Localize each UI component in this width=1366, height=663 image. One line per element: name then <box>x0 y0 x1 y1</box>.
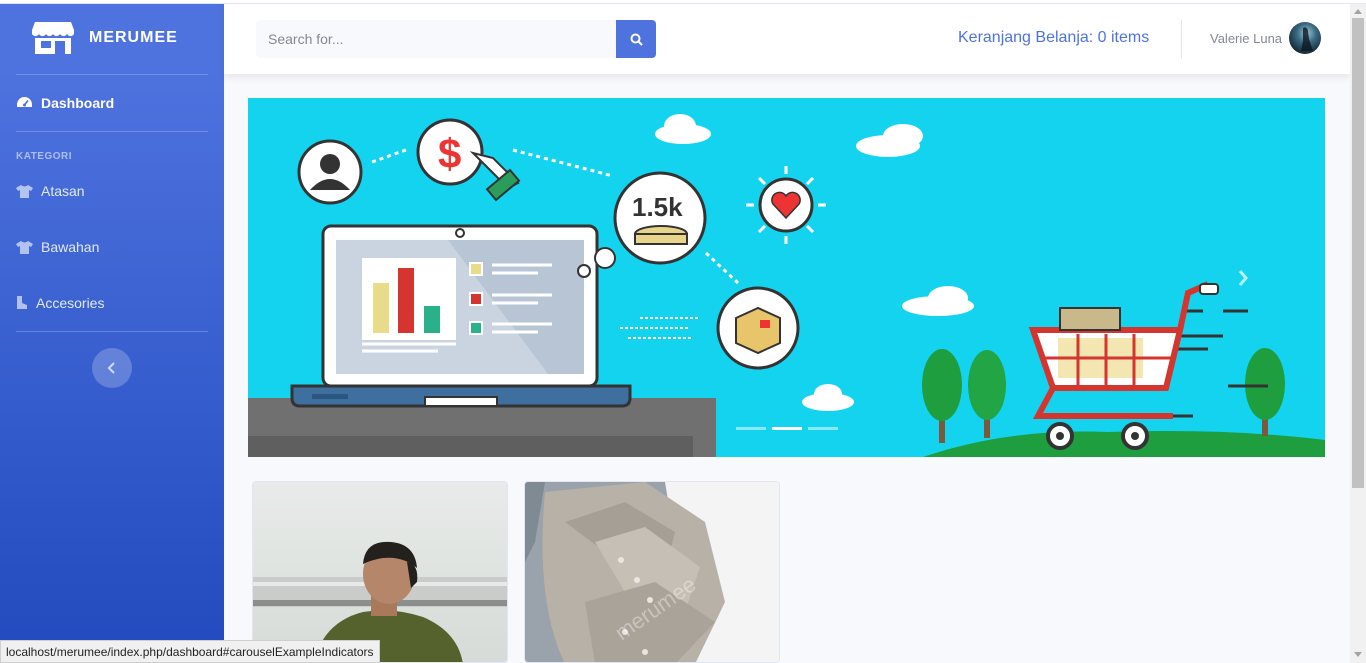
chevron-left-icon <box>107 362 115 374</box>
cart-link[interactable]: Keranjang Belanja: 0 items <box>958 29 1149 47</box>
sidebar-divider <box>16 331 208 332</box>
tshirt-icon <box>16 184 33 198</box>
brand-name: MERUMEE <box>89 29 178 46</box>
user-name[interactable]: Valerie Luna <box>1210 31 1282 46</box>
sidebar-toggle-button[interactable] <box>92 348 132 388</box>
badge-text: 1.5k <box>632 192 683 222</box>
search-button[interactable] <box>616 20 656 58</box>
sidebar-brand[interactable]: MERUMEE <box>0 4 224 74</box>
carousel-indicators <box>736 427 838 430</box>
sidebar-divider <box>16 74 208 75</box>
search-input[interactable] <box>256 20 616 58</box>
carousel-indicator-3[interactable] <box>808 427 838 430</box>
avatar[interactable] <box>1289 22 1321 54</box>
sidebar: MERUMEE Dashboard KATEGORI Atasan Bawaha… <box>0 4 224 663</box>
sidebar-item-bawahan[interactable]: Bawahan <box>16 237 99 257</box>
product-card[interactable] <box>252 481 508 663</box>
sidebar-item-accesories[interactable]: Accesories <box>16 293 104 313</box>
shoe-icon <box>17 296 27 309</box>
sidebar-item-label: Bawahan <box>41 239 100 255</box>
sidebar-item-label: Atasan <box>41 183 85 199</box>
sidebar-item-label: Dashboard <box>41 95 115 111</box>
sidebar-divider <box>16 131 208 132</box>
chevron-left-icon <box>326 270 336 286</box>
ecommerce-banner-image: $ 1.5k <box>248 114 1325 457</box>
carousel-next-button[interactable] <box>1228 263 1258 293</box>
carousel: $ 1.5k <box>248 98 1325 457</box>
carousel-indicator-2[interactable] <box>772 427 802 430</box>
carousel-prev-button[interactable] <box>316 263 346 293</box>
sidebar-heading: KATEGORI <box>16 151 73 162</box>
product-card[interactable]: merumee <box>524 481 780 663</box>
sidebar-item-dashboard[interactable]: Dashboard <box>16 93 114 113</box>
status-bar-url: localhost/merumee/index.php/dashboard#ca… <box>0 640 380 663</box>
tachometer-icon <box>17 97 32 107</box>
topbar: Keranjang Belanja: 0 items Valerie Luna <box>224 4 1350 74</box>
carousel-indicator-1[interactable] <box>736 427 766 430</box>
topbar-divider <box>1181 20 1182 58</box>
chevron-right-icon <box>1238 270 1248 286</box>
search-form <box>256 20 656 58</box>
product-image: merumee <box>525 482 779 662</box>
scroll-thumb[interactable] <box>1352 18 1364 488</box>
sidebar-item-atasan[interactable]: Atasan <box>16 181 85 201</box>
top-border <box>0 0 1366 4</box>
search-icon <box>630 33 643 46</box>
sidebar-item-label: Accesories <box>36 295 105 311</box>
dollar-text: $ <box>438 130 461 177</box>
product-image <box>253 482 507 662</box>
scroll-down-arrow[interactable] <box>1354 652 1362 657</box>
store-icon <box>32 22 74 54</box>
avatar-image <box>1301 27 1313 51</box>
tshirt-icon <box>16 240 33 254</box>
page-scrollbar[interactable] <box>1350 4 1366 663</box>
scroll-up-arrow[interactable] <box>1354 9 1362 14</box>
